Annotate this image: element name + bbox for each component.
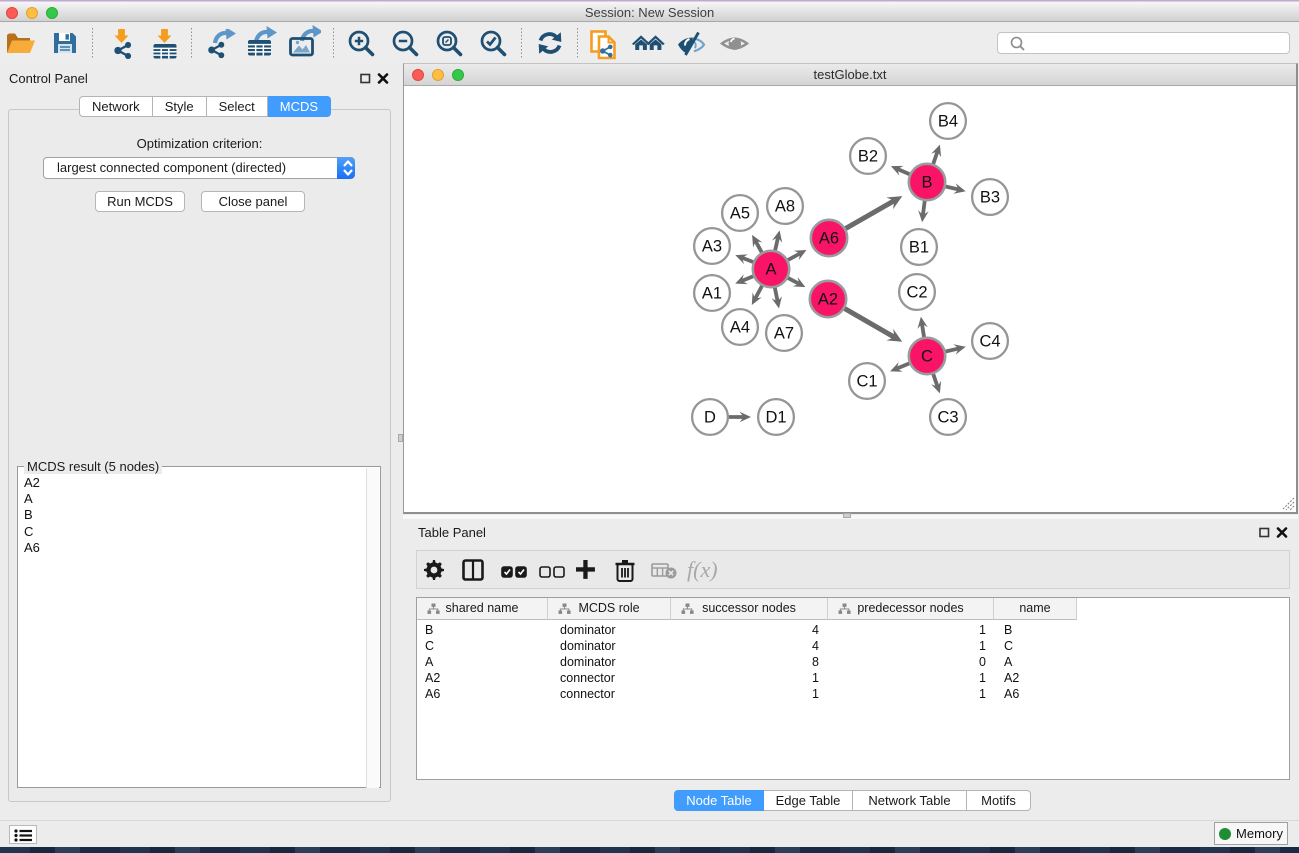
svg-text:B: B [921, 174, 932, 192]
svg-text:A4: A4 [730, 319, 750, 337]
svg-text:B3: B3 [980, 189, 1000, 207]
svg-text:C4: C4 [979, 333, 1000, 351]
svg-text:A7: A7 [774, 325, 794, 343]
svg-text:B2: B2 [858, 148, 878, 166]
svg-text:B1: B1 [909, 239, 929, 257]
svg-text:D: D [704, 409, 716, 427]
svg-text:D1: D1 [765, 409, 786, 427]
svg-text:C2: C2 [906, 284, 927, 302]
svg-text:A6: A6 [819, 230, 839, 248]
svg-text:B4: B4 [938, 113, 958, 131]
svg-text:A3: A3 [702, 238, 722, 256]
svg-text:C3: C3 [937, 409, 958, 427]
svg-text:A2: A2 [818, 291, 838, 309]
svg-text:C: C [921, 348, 933, 366]
svg-text:C1: C1 [856, 373, 877, 391]
svg-text:A8: A8 [775, 198, 795, 216]
svg-text:A5: A5 [730, 205, 750, 223]
svg-text:A1: A1 [702, 285, 722, 303]
svg-text:A: A [765, 261, 776, 279]
